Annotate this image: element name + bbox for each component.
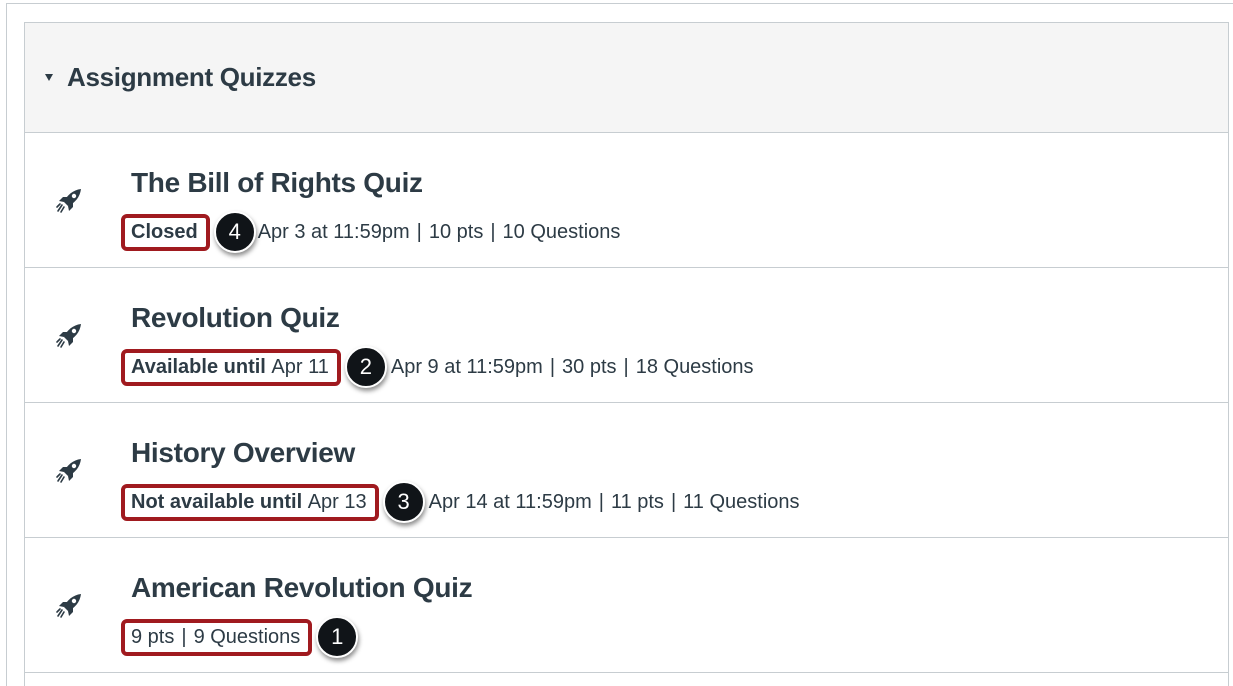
points: 9 pts [131,625,175,648]
availability-status: Closed [131,220,198,243]
quiz-meta: Available until Apr 11 2 Apr 9 at 11:59p… [121,346,754,388]
quiz-meta: Closed 4 Apr 3 at 11:59pm | 10 pts | 10 … [121,211,621,253]
separator: | [490,220,496,243]
quiz-title-link[interactable]: American Revolution Quiz [131,572,473,604]
callout-badge: 3 [382,481,425,523]
quiz-title-link[interactable]: The Bill of Rights Quiz [131,167,423,199]
availability-date: Apr 13 [307,490,367,513]
rocket-icon [56,189,81,213]
quiz-meta: Not available until Apr 13 3 Apr 14 at 1… [121,481,800,523]
question-count: 11 Questions [683,490,800,513]
quiz-title-link[interactable]: History Overview [131,437,355,469]
rocket-icon [56,594,81,618]
points: 10 pts [428,220,484,243]
availability-date: Apr 11 [271,355,329,378]
separator: | [549,355,556,378]
availability-status: Not available until [131,490,303,513]
quiz-row: Revolution Quiz Available until Apr 11 2… [25,268,1228,403]
callout-badge: 1 [316,616,359,658]
quiz-row: History Overview Not available until Apr… [25,403,1228,538]
callout-badge: 4 [213,211,256,253]
rocket-icon [56,324,81,348]
separator: | [670,490,677,513]
caret-down-icon[interactable] [45,74,53,81]
availability-highlight: Available until Apr 11 [121,348,341,386]
quiz-title-link[interactable]: Revolution Quiz [131,302,340,334]
separator: | [598,490,604,513]
question-count: 18 Questions [635,355,754,378]
rocket-icon [56,459,81,483]
quiz-row: The Bill of Rights Quiz Closed 4 Apr 3 a… [25,133,1228,268]
group-header[interactable]: Assignment Quizzes [25,23,1228,133]
due-date: Apr 14 at 11:59pm [428,490,592,513]
availability-status: Available until [131,355,266,378]
due-date: Apr 9 at 11:59pm [390,355,543,378]
quiz-row: American Revolution Quiz 9 pts | 9 Quest… [25,538,1228,673]
separator: | [181,625,187,648]
callout-badge: 2 [344,346,387,388]
assignment-group: Assignment Quizzes The Bill of Rights Qu… [24,22,1229,686]
due-date: Apr 3 at 11:59pm [257,220,410,243]
points: 30 pts [562,355,617,378]
points-questions-highlight: 9 pts | 9 Questions [121,618,313,656]
quiz-meta: 9 pts | 9 Questions 1 [121,616,359,658]
group-title: Assignment Quizzes [67,62,316,92]
separator: | [623,355,629,378]
availability-highlight: Not available until Apr 13 [121,483,379,521]
availability-highlight: Closed [121,213,210,251]
points: 11 pts [610,490,664,513]
question-count: 9 Questions [193,625,301,648]
question-count: 10 Questions [502,220,621,243]
separator: | [416,220,422,243]
